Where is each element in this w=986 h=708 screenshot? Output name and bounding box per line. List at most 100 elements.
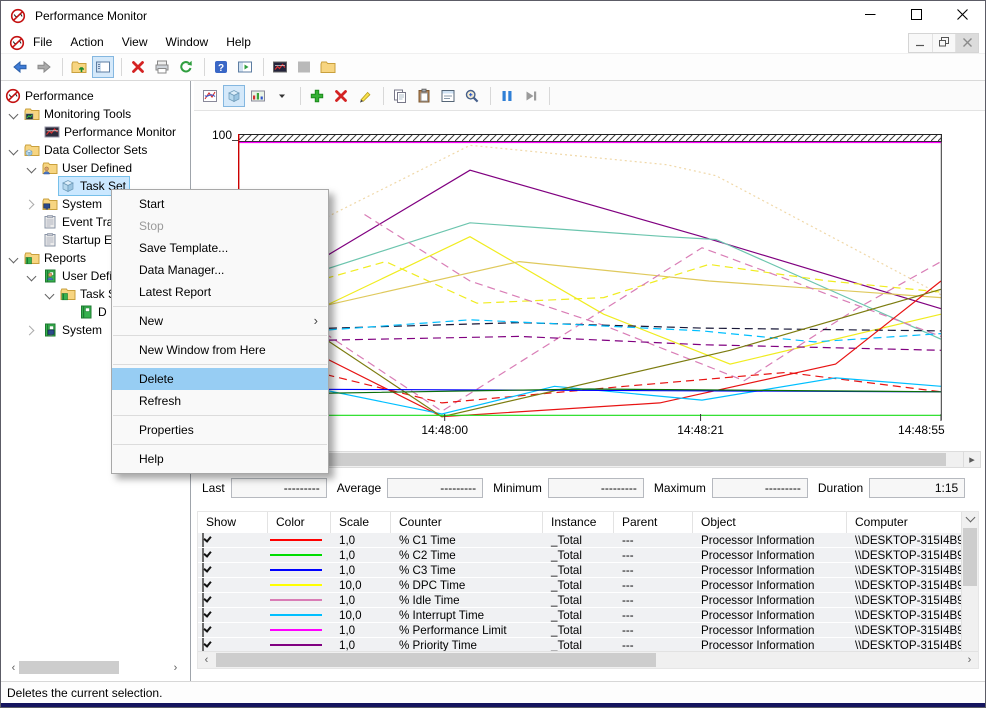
folder-up-button[interactable] [68, 56, 90, 78]
column-header-computer[interactable]: Computer [847, 512, 963, 533]
delete-x-button[interactable] [127, 56, 149, 78]
tree-item-performance-monitor[interactable]: Performance Monitor [1, 123, 190, 141]
column-header-instance[interactable]: Instance [543, 512, 614, 533]
scrollbar-thumb[interactable] [19, 661, 119, 674]
perf-dark-button[interactable] [269, 56, 291, 78]
pencil-button[interactable] [354, 85, 376, 107]
expander-down-icon[interactable] [44, 287, 58, 301]
show-checkbox[interactable] [202, 593, 204, 607]
tree-item-user-defined[interactable]: User Defined [1, 159, 190, 177]
show-checkbox[interactable] [202, 578, 204, 592]
tree-item-body[interactable]: Performance [4, 87, 97, 105]
context-menu-item-properties[interactable]: Properties [112, 419, 328, 441]
tree-item-body[interactable]: System [41, 321, 105, 339]
column-header-counter[interactable]: Counter [391, 512, 543, 533]
view-graph-button[interactable] [199, 85, 221, 107]
paste-button[interactable] [413, 85, 435, 107]
add-button[interactable] [306, 85, 328, 107]
legend-horizontal-scrollbar[interactable]: ‹ › [198, 651, 978, 668]
close-button[interactable] [939, 1, 985, 31]
scroll-right-arrow[interactable]: › [167, 659, 184, 676]
remove-button[interactable] [330, 85, 352, 107]
mdi-close-button[interactable] [955, 34, 978, 52]
menu-view[interactable]: View [113, 31, 157, 53]
column-header-color[interactable]: Color [268, 512, 331, 533]
print-button[interactable] [151, 56, 173, 78]
tree-item-body[interactable]: Performance Monitor [43, 123, 179, 141]
expander-right-icon[interactable] [26, 323, 40, 337]
context-menu-item-data-manager-[interactable]: Data Manager... [112, 259, 328, 281]
expander-down-icon[interactable] [26, 269, 40, 283]
mdi-minimize-button[interactable] [909, 34, 932, 52]
scroll-down-arrow[interactable] [962, 512, 978, 527]
tree-item-body[interactable]: Data Collector Sets [23, 141, 150, 159]
mdi-restore-button[interactable] [932, 34, 955, 52]
expander-down-icon[interactable] [8, 143, 22, 157]
menu-action[interactable]: Action [61, 31, 112, 53]
legend-row[interactable]: 1,0% Idle Time_Total---Processor Informa… [198, 593, 978, 608]
tree-item-body[interactable]: D [77, 303, 110, 321]
tree-horizontal-scrollbar[interactable]: ‹› [5, 659, 184, 676]
column-header-scale[interactable]: Scale [331, 512, 391, 533]
console-tree-button[interactable] [92, 56, 114, 78]
column-header-object[interactable]: Object [693, 512, 847, 533]
legend-row[interactable]: 1,0% C3 Time_Total---Processor Informati… [198, 563, 978, 578]
expander-down-icon[interactable] [8, 251, 22, 265]
expander-down-icon[interactable] [8, 107, 22, 121]
scroll-right-arrow[interactable]: ▸ [963, 452, 980, 467]
context-menu-item-new[interactable]: New› [112, 310, 328, 332]
legend-row[interactable]: 10,0% Interrupt Time_Total---Processor I… [198, 608, 978, 623]
menu-file[interactable]: File [24, 31, 61, 53]
tree-item-performance[interactable]: Performance [1, 87, 190, 105]
help-button[interactable]: ? [210, 56, 232, 78]
show-checkbox[interactable] [202, 638, 204, 652]
scroll-right-arrow[interactable]: › [961, 652, 978, 668]
context-menu-item-refresh[interactable]: Refresh [112, 390, 328, 412]
expander-down-icon[interactable] [26, 161, 40, 175]
zoom-button[interactable] [461, 85, 483, 107]
tree-item-body[interactable]: User Defined [41, 159, 135, 177]
show-checkbox[interactable] [202, 563, 204, 577]
blank-button[interactable] [293, 56, 315, 78]
console-new-button[interactable] [234, 56, 256, 78]
refresh-button[interactable] [175, 56, 197, 78]
show-checkbox[interactable] [202, 548, 204, 562]
scrollbar-thumb[interactable] [216, 653, 656, 667]
tree-item-body[interactable]: System [41, 195, 105, 213]
context-menu-item-start[interactable]: Start [112, 193, 328, 215]
menu-window[interactable]: Window [157, 31, 218, 53]
maximize-button[interactable] [893, 1, 939, 31]
forward-button[interactable] [33, 56, 55, 78]
props-button[interactable] [437, 85, 459, 107]
tree-item-monitoring-tools[interactable]: Monitoring Tools [1, 105, 190, 123]
caret-button[interactable] [271, 85, 293, 107]
column-header-parent[interactable]: Parent [614, 512, 693, 533]
tree-item-body[interactable]: Reports [23, 249, 89, 267]
column-header-show[interactable]: Show [198, 512, 268, 533]
tree-item-body[interactable]: Monitoring Tools [23, 105, 134, 123]
view-cube-button[interactable] [223, 85, 245, 107]
pause-button[interactable] [496, 85, 518, 107]
folder-button[interactable] [317, 56, 339, 78]
context-menu-item-latest-report[interactable]: Latest Report [112, 281, 328, 303]
back-button[interactable] [9, 56, 31, 78]
show-checkbox[interactable] [202, 608, 204, 622]
scroll-left-arrow[interactable]: ‹ [198, 652, 215, 668]
show-checkbox[interactable] [202, 623, 204, 637]
legend-row[interactable]: 10,0% DPC Time_Total---Processor Informa… [198, 578, 978, 593]
chart-type-button[interactable] [247, 85, 269, 107]
menu-help[interactable]: Help [217, 31, 260, 53]
scrollbar-thumb[interactable] [963, 528, 977, 586]
copy-button[interactable] [389, 85, 411, 107]
context-menu-item-delete[interactable]: Delete [112, 368, 328, 390]
context-menu-item-help[interactable]: Help [112, 448, 328, 470]
step-button[interactable] [520, 85, 542, 107]
legend-row[interactable]: 1,0% C1 Time_Total---Processor Informati… [198, 533, 978, 548]
minimize-button[interactable] [847, 1, 893, 31]
context-menu-item-save-template-[interactable]: Save Template... [112, 237, 328, 259]
context-menu-item-new-window-from-here[interactable]: New Window from Here [112, 339, 328, 361]
show-checkbox[interactable] [202, 533, 204, 547]
legend-vertical-scrollbar[interactable] [961, 512, 978, 651]
legend-row[interactable]: 1,0% Performance Limit_Total---Processor… [198, 623, 978, 638]
expander-right-icon[interactable] [26, 197, 40, 211]
